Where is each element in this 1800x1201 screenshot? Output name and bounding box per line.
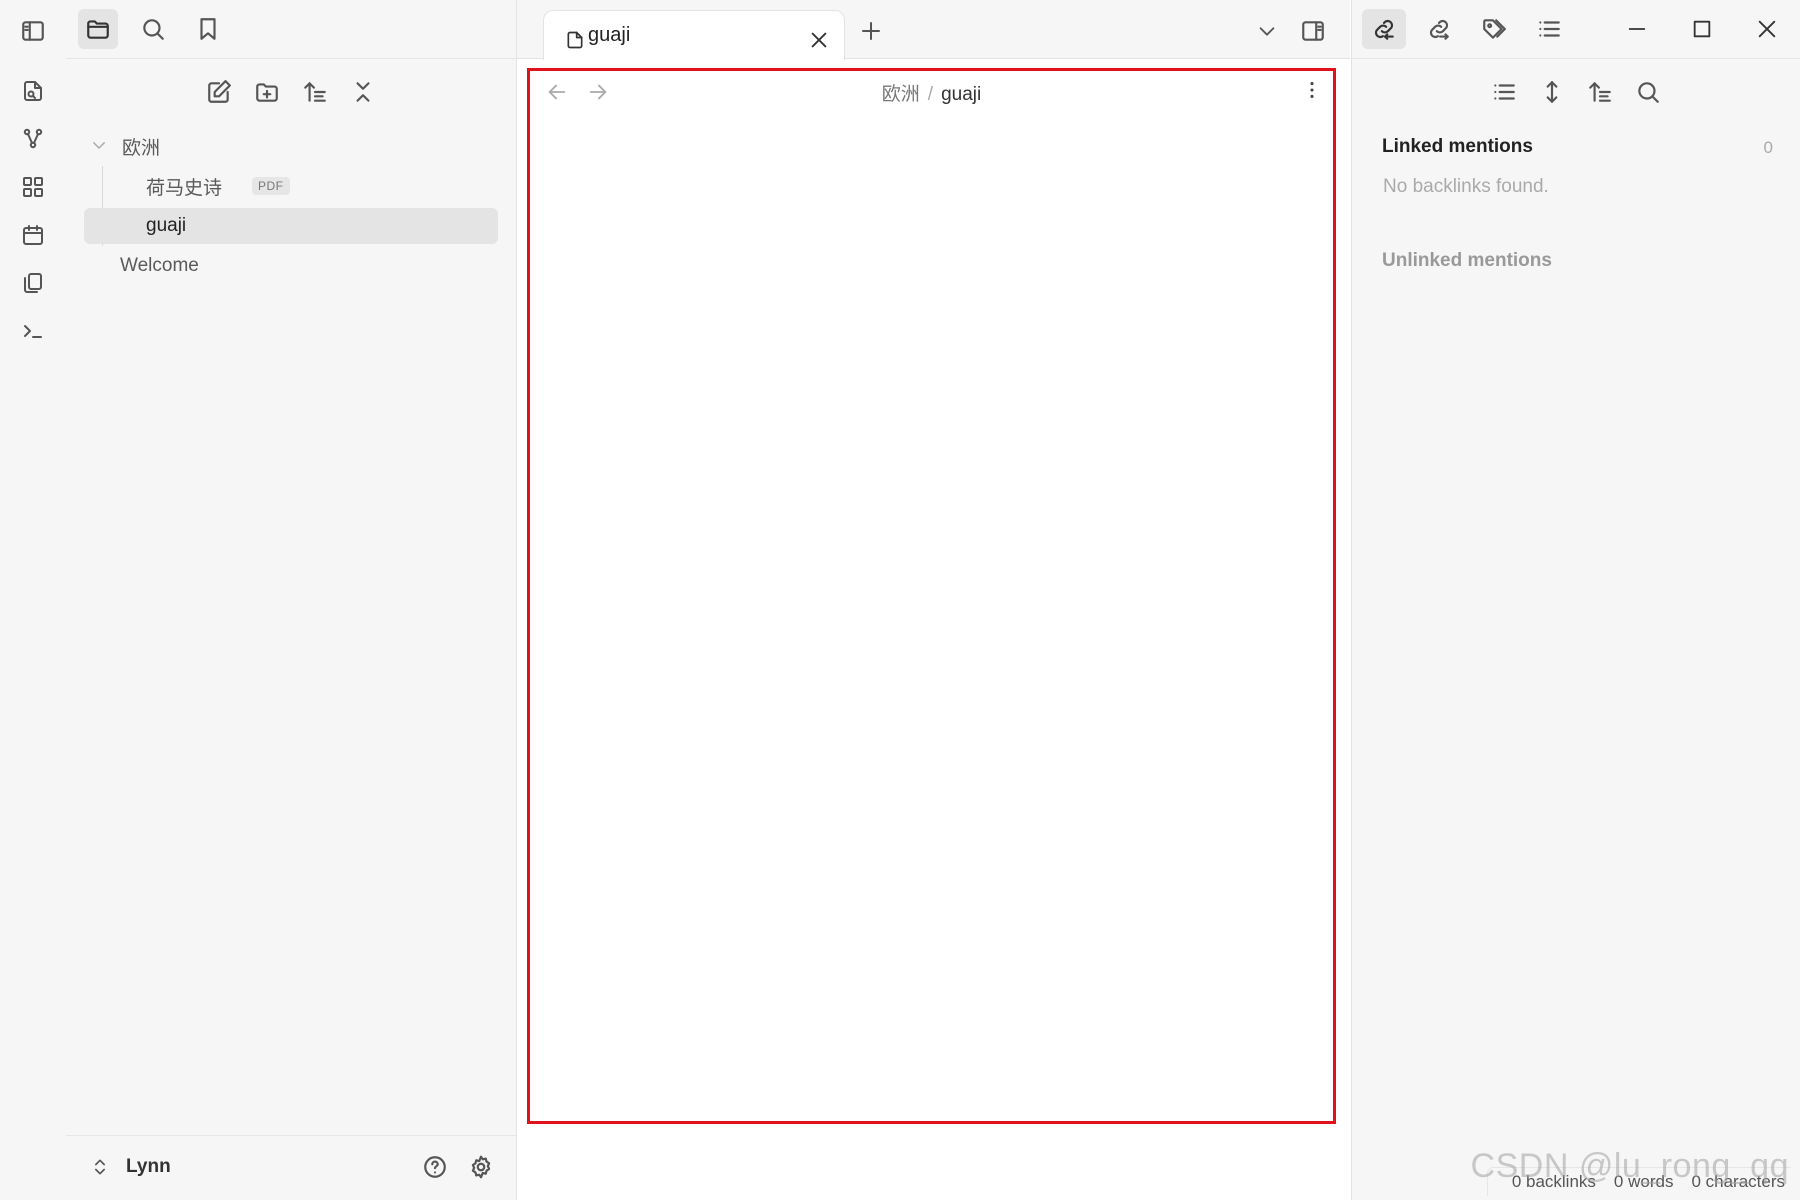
backlinks-icon[interactable] [1362, 9, 1406, 49]
file-explorer-actions [66, 70, 516, 114]
breadcrumb-separator: / [927, 84, 934, 105]
status-bar: 0 backlinks 0 words 0 characters [1486, 1167, 1791, 1196]
tab-guaji[interactable]: guaji [543, 10, 845, 60]
list-view-icon[interactable] [1482, 72, 1526, 112]
tree-file-item[interactable]: guaji [84, 208, 498, 244]
file-explorer-sidebar: 欧洲 荷马史诗 PDF guaji Welcome Lynn [66, 0, 517, 1200]
canvas-icon[interactable] [16, 170, 50, 204]
editor-area: guaji 欧洲 / guaji [517, 0, 1350, 1200]
collapse-all-icon[interactable] [343, 72, 383, 112]
tree-item-label: Welcome [120, 255, 199, 276]
note-view: 欧洲 / guaji [527, 68, 1336, 1124]
tree-item-label: 欧洲 [122, 137, 161, 159]
sort-icon[interactable] [1578, 72, 1622, 112]
bookmark-icon[interactable] [188, 9, 228, 49]
outline-icon[interactable] [1527, 9, 1571, 49]
new-tab-icon[interactable] [854, 14, 888, 48]
status-words: 0 words [1613, 1172, 1674, 1191]
outgoing-links-icon[interactable] [1417, 9, 1461, 49]
maximize-window-icon[interactable] [1680, 9, 1724, 49]
right-sidebar-toggle-icon[interactable] [1296, 14, 1330, 48]
open-quick-switcher-icon[interactable] [16, 74, 50, 108]
vault-footer: Lynn [66, 1135, 516, 1201]
vault-switcher-icon[interactable] [83, 1150, 117, 1184]
sort-icon[interactable] [295, 72, 335, 112]
no-backlinks-text: No backlinks found. [1383, 176, 1549, 197]
tab-bar: guaji [517, 0, 1350, 60]
more-options-icon[interactable] [1297, 75, 1327, 105]
breadcrumb-parent[interactable]: 欧洲 [882, 84, 920, 105]
tree-item-label: 荷马史诗 [146, 177, 223, 199]
breadcrumb-current[interactable]: guaji [941, 84, 981, 105]
tree-folder-item[interactable]: 欧洲 [84, 128, 498, 164]
status-backlinks[interactable]: 0 backlinks [1512, 1172, 1596, 1191]
help-icon[interactable] [418, 1150, 452, 1184]
search-icon[interactable] [133, 9, 173, 49]
breadcrumb: 欧洲 / guaji [530, 79, 1333, 106]
tags-icon[interactable] [1472, 9, 1516, 49]
vault-name[interactable]: Lynn [126, 1156, 171, 1178]
left-ribbon [0, 0, 67, 1200]
tab-title: guaji [588, 24, 631, 46]
gear-icon[interactable] [464, 1150, 498, 1184]
tree-file-item[interactable]: 荷马史诗 PDF [84, 168, 498, 204]
terminal-icon[interactable] [16, 314, 50, 348]
graph-view-icon[interactable] [16, 122, 50, 156]
linked-mentions-count: 0 [1763, 138, 1773, 157]
new-note-icon[interactable] [199, 72, 239, 112]
folder-icon[interactable] [78, 9, 118, 49]
view-header: 欧洲 / guaji [530, 71, 1333, 115]
close-tab-icon[interactable] [802, 23, 836, 57]
backlinks-actions [1352, 70, 1800, 114]
file-icon [558, 23, 592, 57]
right-sidebar-tab-header [1352, 0, 1800, 59]
unlinked-mentions-heading[interactable]: Unlinked mentions [1382, 250, 1552, 272]
obsidian-window: 欧洲 荷马史诗 PDF guaji Welcome Lynn guaji 欧洲 … [0, 0, 1800, 1200]
tab-list-chevron-icon[interactable] [1250, 14, 1284, 48]
expand-results-icon[interactable] [1530, 72, 1574, 112]
status-characters: 0 characters [1691, 1172, 1785, 1191]
chevron-down-icon [90, 136, 108, 154]
right-sidebar: Linked mentions 0 No backlinks found. Un… [1351, 0, 1800, 1200]
close-window-icon[interactable] [1745, 9, 1789, 49]
minimize-window-icon[interactable] [1615, 9, 1659, 49]
file-type-badge: PDF [252, 177, 290, 195]
search-icon[interactable] [1626, 72, 1670, 112]
tree-item-label: guaji [146, 215, 187, 236]
templates-icon[interactable] [16, 266, 50, 300]
calendar-icon[interactable] [16, 218, 50, 252]
tree-file-item[interactable]: Welcome [84, 248, 498, 284]
linked-mentions-heading[interactable]: Linked mentions [1382, 136, 1533, 158]
new-folder-icon[interactable] [247, 72, 287, 112]
sidebar-toggle-icon[interactable] [16, 14, 50, 48]
sidebar-tab-header [66, 0, 516, 59]
